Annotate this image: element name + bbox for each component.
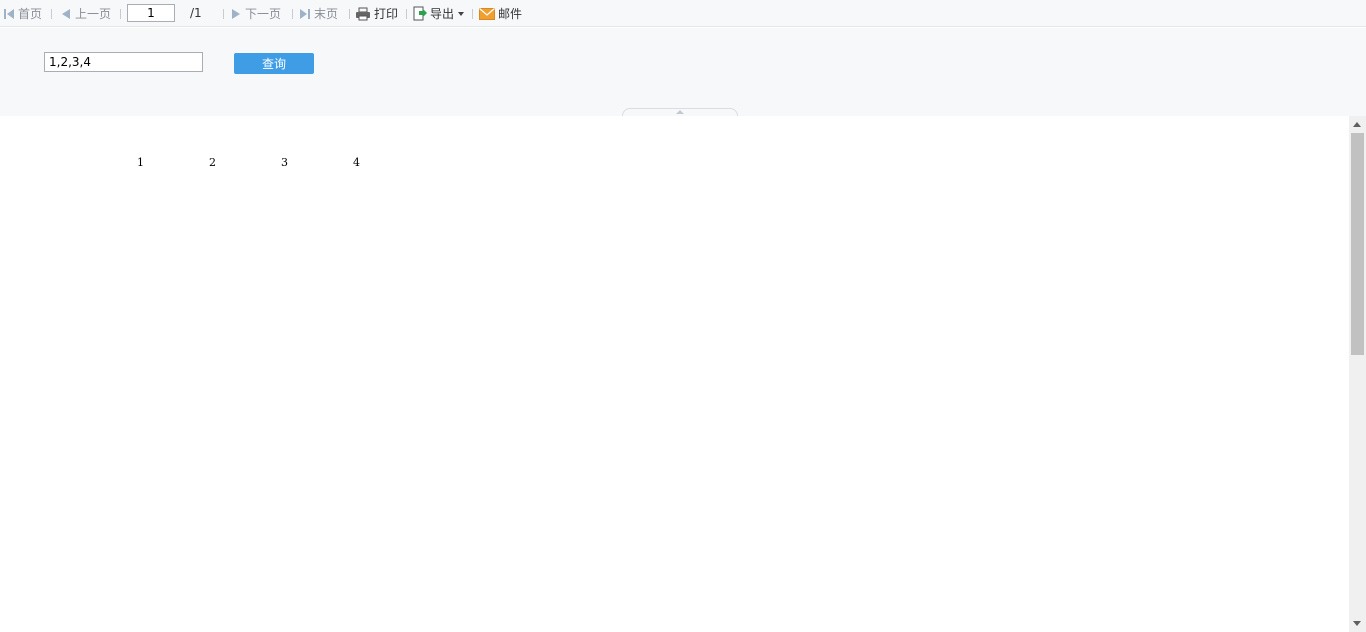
first-page-label: 首页 [18, 7, 43, 21]
vertical-scrollbar[interactable] [1349, 116, 1366, 632]
report-cell: 3 [281, 156, 288, 169]
toolbar-divider [472, 9, 473, 19]
prev-page-button[interactable]: 上一页 [60, 4, 111, 23]
toolbar-divider [51, 9, 52, 19]
parameter-input[interactable] [44, 52, 203, 72]
prev-page-icon [62, 8, 70, 19]
print-label: 打印 [374, 7, 399, 21]
scroll-down-arrow-icon[interactable] [1353, 621, 1361, 626]
collapse-panel-handle[interactable] [622, 108, 738, 116]
toolbar-divider [120, 9, 121, 19]
toolbar-divider [292, 9, 293, 19]
first-page-button[interactable]: 首页 [3, 4, 42, 23]
mail-icon [479, 7, 495, 20]
next-page-label: 下一页 [245, 7, 282, 21]
export-dropdown-button[interactable]: 导出 [413, 4, 465, 23]
page-number-input[interactable] [127, 4, 175, 22]
export-label: 导出 [430, 7, 455, 21]
export-icon [413, 6, 427, 21]
report-cell: 4 [353, 156, 360, 169]
toolbar-divider [406, 9, 407, 19]
mail-button[interactable]: 邮件 [479, 4, 522, 23]
first-page-icon [4, 8, 14, 19]
toolbar-divider [223, 9, 224, 19]
printer-icon [356, 7, 370, 20]
last-page-label: 末页 [314, 7, 339, 21]
query-button[interactable]: 查询 [234, 53, 314, 74]
chevron-up-icon [676, 110, 684, 114]
mail-label: 邮件 [498, 7, 523, 21]
scrollbar-thumb[interactable] [1351, 133, 1364, 355]
report-toolbar: 首页 上一页 /1 下一页 末页 打印 [0, 0, 1366, 27]
page-total-label: /1 [190, 6, 202, 20]
next-page-icon [232, 8, 240, 19]
report-cell: 1 [137, 156, 144, 169]
last-page-button[interactable]: 末页 [299, 4, 338, 23]
prev-page-label: 上一页 [75, 7, 112, 21]
parameter-panel: 查询 [0, 28, 1366, 116]
scroll-up-arrow-icon[interactable] [1353, 122, 1361, 127]
last-page-icon [300, 8, 310, 19]
report-content: 1 2 3 4 [0, 116, 1349, 632]
print-button[interactable]: 打印 [355, 4, 398, 23]
chevron-down-icon [458, 11, 465, 16]
toolbar-divider [349, 9, 350, 19]
report-cell: 2 [209, 156, 216, 169]
next-page-button[interactable]: 下一页 [230, 4, 281, 23]
